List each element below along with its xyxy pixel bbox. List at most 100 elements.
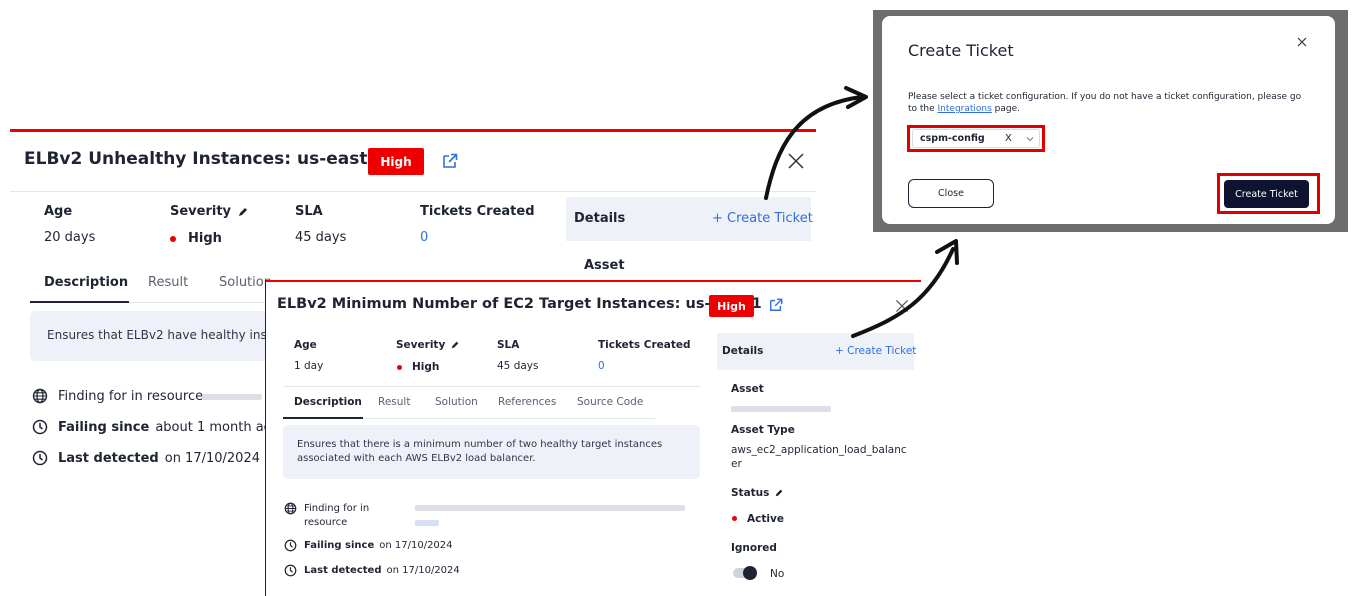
header-divider xyxy=(10,191,816,192)
close-icon[interactable] xyxy=(1296,36,1308,48)
sla-value: 45 days xyxy=(295,230,347,245)
close-icon[interactable] xyxy=(894,298,910,314)
redacted-asset xyxy=(731,406,831,412)
external-link-icon[interactable] xyxy=(442,153,458,169)
details-sidebar: Details + Create Ticket Asset Asset Type… xyxy=(717,333,916,596)
failing-since-label: Failing since xyxy=(304,540,375,551)
tab-result[interactable]: Result xyxy=(148,275,188,290)
close-icon[interactable] xyxy=(786,151,806,171)
clock-icon xyxy=(284,539,297,552)
age-label: Age xyxy=(44,204,73,219)
modal-title: Create Ticket xyxy=(908,41,1014,60)
create-ticket-link[interactable]: + Create Ticket xyxy=(712,211,813,226)
asset-label: Asset xyxy=(731,383,764,395)
asset-type-value-line2: er xyxy=(731,458,742,470)
clock-icon xyxy=(32,450,48,466)
severity-badge: High xyxy=(709,295,754,317)
ignored-toggle[interactable] xyxy=(733,566,757,580)
arrow-icon xyxy=(935,239,959,265)
failing-since-value: on 17/10/2024 xyxy=(379,540,453,551)
finding-title: ELBv2 Unhealthy Instances: us-east-1 xyxy=(24,149,387,169)
redacted-resource xyxy=(202,394,262,400)
active-tab-indicator xyxy=(283,417,363,419)
ticket-config-select[interactable]: cspm-config X xyxy=(912,129,1040,148)
last-detected-row: Last detected on 17/10/2024 xyxy=(284,564,460,577)
modal-description: Please select a ticket configuration. If… xyxy=(908,91,1313,115)
tab-result[interactable]: Result xyxy=(378,396,410,408)
select-value: cspm-config xyxy=(920,133,985,144)
tab-references[interactable]: References xyxy=(498,396,556,408)
severity-label-text: Severity xyxy=(170,204,232,219)
details-title: Details xyxy=(722,345,764,357)
create-ticket-modal: Create Ticket Please select a ticket con… xyxy=(882,16,1335,224)
finding-title: ELBv2 Minimum Number of EC2 Target Insta… xyxy=(277,296,762,312)
asset-type-value-line1: aws_ec2_application_load_balanc xyxy=(731,444,907,456)
ignored-label: Ignored xyxy=(731,542,777,554)
finding-for-row: Finding for in resource xyxy=(32,388,203,404)
status-value: Active xyxy=(747,513,784,525)
last-detected-row: Last detected on 17/10/2024 xyxy=(32,450,260,466)
finding-for-label: Finding for in resource xyxy=(304,502,369,530)
severity-top-bar xyxy=(266,280,921,282)
last-detected-label: Last detected xyxy=(58,450,159,466)
age-value: 20 days xyxy=(44,230,96,245)
integrations-link[interactable]: Integrations xyxy=(938,104,992,114)
tickets-created-value[interactable]: 0 xyxy=(420,230,428,245)
sla-value: 45 days xyxy=(497,360,539,372)
clear-selection-button[interactable]: X xyxy=(1005,133,1012,144)
pencil-icon[interactable] xyxy=(774,488,784,498)
pencil-icon[interactable] xyxy=(450,340,460,350)
status-label: Status xyxy=(731,487,784,499)
toggle-knob xyxy=(743,566,757,580)
create-ticket-link[interactable]: + Create Ticket xyxy=(835,345,916,357)
description-text: Ensures that there is a minimum number o… xyxy=(297,439,663,464)
sla-label: SLA xyxy=(295,204,323,219)
age-label: Age xyxy=(294,339,317,351)
finding-for-row: Finding for in resource xyxy=(284,502,369,530)
create-ticket-button[interactable]: Create Ticket xyxy=(1224,180,1309,208)
sla-label: SLA xyxy=(497,339,520,351)
tickets-created-label: Tickets Created xyxy=(420,204,535,219)
globe-icon xyxy=(32,388,48,404)
asset-label: Asset xyxy=(584,258,625,273)
tab-description[interactable]: Description xyxy=(44,275,128,290)
chevron-down-icon[interactable] xyxy=(1026,135,1034,143)
globe-icon xyxy=(284,502,297,515)
severity-label: Severity xyxy=(170,204,249,219)
severity-label: Severity xyxy=(396,339,460,351)
arrow-icon xyxy=(844,86,868,109)
redacted-resource xyxy=(415,505,685,511)
ignored-value: No xyxy=(770,568,785,580)
severity-top-bar xyxy=(10,129,816,132)
tab-source-code[interactable]: Source Code xyxy=(577,396,643,408)
tickets-created-value[interactable]: 0 xyxy=(598,360,605,372)
failing-since-label: Failing since xyxy=(58,419,150,435)
last-detected-value: on 17/10/2024 xyxy=(164,450,260,466)
active-tab-indicator xyxy=(30,301,129,303)
details-title: Details xyxy=(574,211,626,226)
asset-type-label: Asset Type xyxy=(731,424,795,436)
pencil-icon[interactable] xyxy=(237,206,249,218)
status-dot xyxy=(732,516,737,521)
close-button[interactable]: Close xyxy=(908,179,994,208)
external-link-icon[interactable] xyxy=(769,298,783,312)
tab-solution[interactable]: Solution xyxy=(435,396,478,408)
finding-for-label-line2: resource xyxy=(304,517,348,528)
failing-since-row: Failing since on 17/10/2024 xyxy=(284,539,453,552)
age-value: 1 day xyxy=(294,360,324,372)
tab-description[interactable]: Description xyxy=(294,396,362,408)
severity-badge: High xyxy=(368,148,424,175)
clock-icon xyxy=(32,419,48,435)
severity-dot xyxy=(397,365,402,370)
severity-label-text: Severity xyxy=(396,339,446,351)
tickets-created-label: Tickets Created xyxy=(598,339,691,351)
asset-type-value: aws_ec2_application_load_balanc er xyxy=(731,443,907,471)
finding-for-label-line1: Finding for in xyxy=(304,503,370,514)
severity-value: High xyxy=(412,361,440,373)
last-detected-label: Last detected xyxy=(304,565,382,576)
meta-divider xyxy=(283,386,701,387)
clock-icon xyxy=(284,564,297,577)
finding-for-label: Finding for in resource xyxy=(58,388,204,404)
severity-dot xyxy=(170,236,176,242)
modal-description-tail: page. xyxy=(991,104,1021,114)
